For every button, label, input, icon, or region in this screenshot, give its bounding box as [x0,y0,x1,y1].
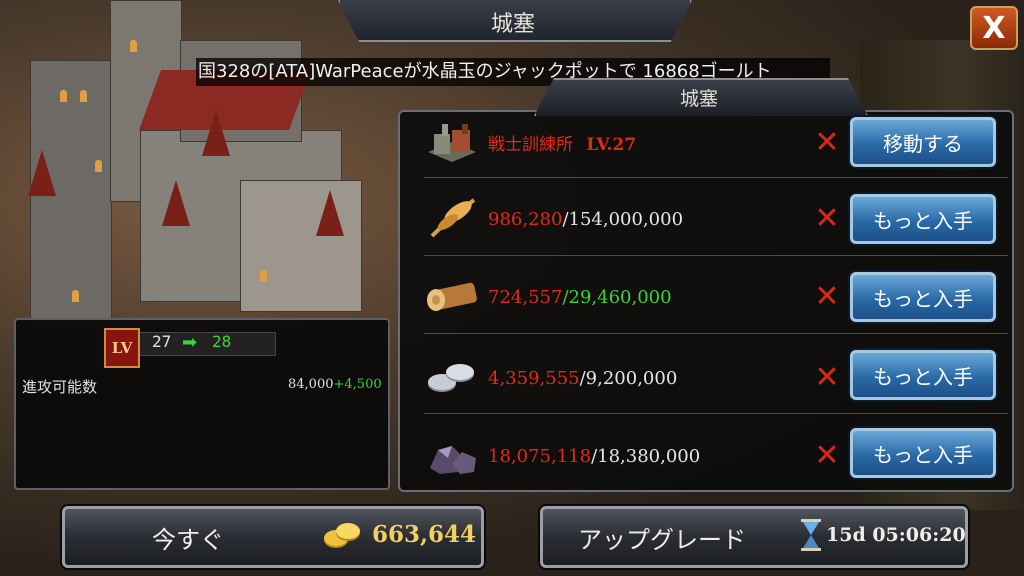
upgrade-label: アップグレード [578,526,746,554]
divider [424,413,1008,414]
divider [424,333,1008,334]
page-title: 城塞 [490,12,535,37]
divider [424,255,1008,256]
close-button[interactable]: X [970,6,1018,50]
requirement-row-building: 戦士訓練所 LV.27 ✕ 移動する [420,112,1008,190]
get-more-ore-button[interactable]: もっと入手 [850,428,996,478]
get-more-wood-button[interactable]: もっと入手 [850,272,996,322]
instant-upgrade-price: 663,644 [372,521,477,548]
x-mark-icon: ✕ [814,438,840,473]
building-level: LV.27 [586,135,637,155]
panel-title: 城塞 [679,88,718,110]
x-mark-icon: ✕ [814,201,840,236]
food-need: /154,000,000 [562,209,684,230]
move-button[interactable]: 移動する [850,117,996,167]
gold-coins-icon [324,523,360,548]
get-more-silver-button[interactable]: もっと入手 [850,350,996,400]
requirement-row-silver: 4,359,555/9,200,000 ✕ もっと入手 [420,336,1008,414]
march-capacity-label: 進攻可能数 [22,378,98,396]
silver-have: 4,359,555 [488,368,580,389]
level-from: 27 [152,332,172,351]
barracks-icon [428,124,476,162]
x-mark-icon: ✕ [814,279,840,314]
wood-log-icon [427,282,477,311]
requirement-row-food: 986,280/154,000,000 ✕ もっと入手 [420,180,1008,258]
stat-base: 84,000 [288,377,334,392]
silver-need: /9,200,000 [579,368,678,389]
arrow-right-icon: ➡ [182,332,198,353]
building-name: 戦士訓練所 [488,135,573,155]
divider [424,177,1008,178]
get-more-food-button[interactable]: もっと入手 [850,194,996,244]
wood-have: 724,557 [488,287,563,308]
x-mark-icon: ✕ [814,360,840,395]
level-badge: LV [104,328,140,368]
x-mark-icon: ✕ [814,125,840,160]
requirement-row-wood: 724,557/29,460,000 ✕ もっと入手 [420,258,1008,336]
wood-need: /29,460,000 [562,287,672,308]
food-wheat-icon [430,198,476,238]
ore-have: 18,075,118 [488,446,592,467]
march-capacity-value: 84,000+4,500 [288,377,382,392]
hourglass-icon [801,519,821,551]
ore-need: /18,380,000 [591,446,701,467]
stat-bonus: +4,500 [333,377,382,392]
requirement-row-ore: 18,075,118/18,380,000 ✕ もっと入手 [420,416,1008,494]
food-have: 986,280 [488,209,563,230]
upgrade-time: 15d 05:06:20 [826,524,966,546]
ore-stone-icon [430,446,476,474]
level-to: 28 [212,332,232,351]
silver-coins-icon [428,364,474,392]
instant-upgrade-label: 今すぐ [152,526,224,554]
close-icon: X [982,10,1006,46]
